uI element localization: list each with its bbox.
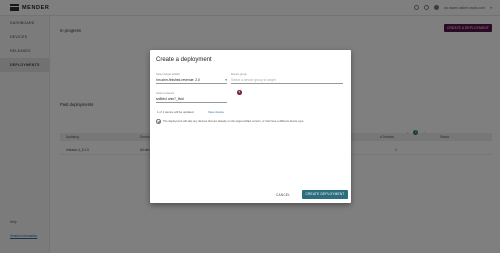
artifact-select[interactable]: Select target artifact hm-shm-finished-r… [156,73,227,84]
dialog-title: Create a deployment [156,57,212,63]
chevron-down-icon: ▾ [225,77,227,82]
check-circle-icon [156,119,161,124]
device-group-select[interactable]: Device group Select a device group to ta… [231,73,343,84]
device-input[interactable]: Select a device sn8bb4 ohm7_fivid [156,92,227,103]
device-value: sn8bb4 ohm7_fivid [156,96,184,101]
devices-count-text: 1 of 1 device will be updated [157,110,194,114]
artifact-label: Select target artifact [156,73,180,76]
cancel-button[interactable]: CANCEL [276,193,290,197]
create-deployment-submit-button[interactable]: CREATE DEPLOYMENT [302,190,348,199]
create-deployment-dialog: Create a deployment Select target artifa… [150,50,351,203]
skip-devices-notice: The deployment will skip any devices tha… [163,119,305,123]
device-group-label: Device group [231,73,247,76]
artifact-value: hm-shm-finished-revenue: 2.0 [156,77,200,82]
help-icon[interactable]: ? [237,90,242,95]
device-label: Select a device [156,92,175,95]
view-devices-button[interactable]: View device [206,109,226,115]
device-group-placeholder: Select a device group to target [231,77,276,82]
